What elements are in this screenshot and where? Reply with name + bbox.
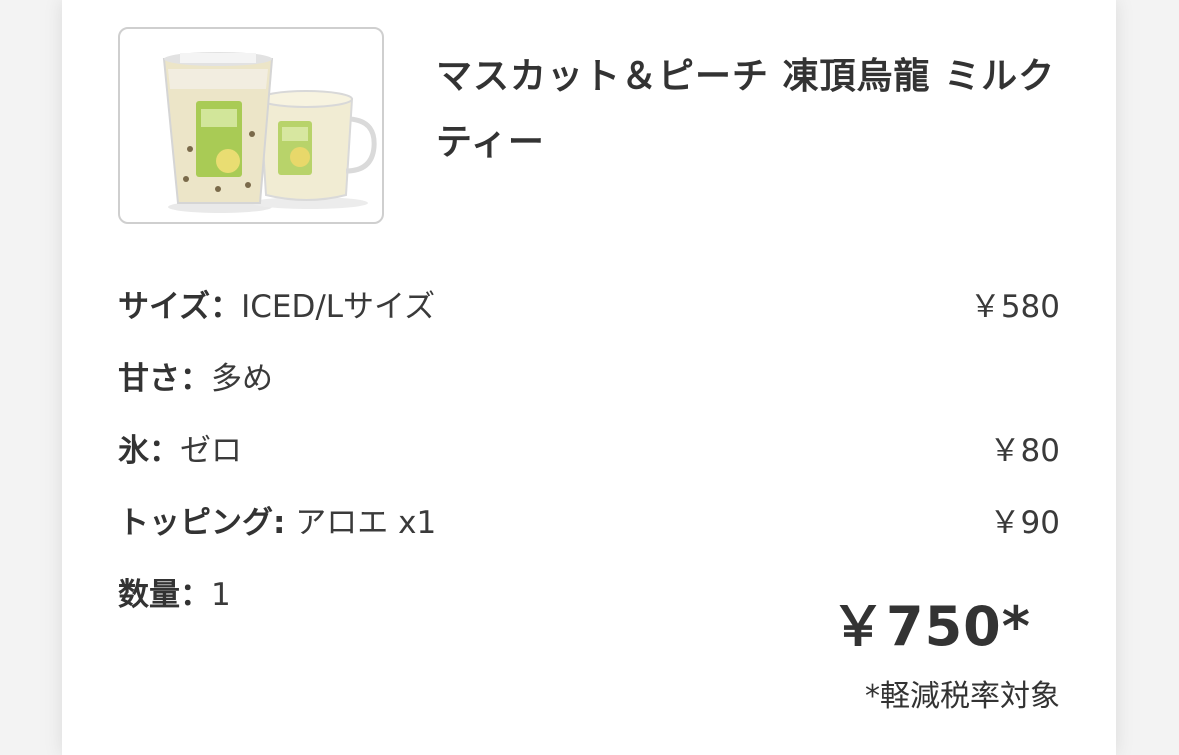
option-ice-price: ￥80 xyxy=(989,433,1060,469)
option-sweetness-row: 甘さ：多め xyxy=(118,354,1060,404)
tax-note: *軽減税率対象 xyxy=(865,679,1060,714)
option-sweetness-label: 甘さ： xyxy=(118,361,211,397)
option-topping-row: トッピング: アロエ x1 ￥90 xyxy=(118,498,1060,548)
option-topping-price: ￥90 xyxy=(989,505,1060,541)
option-ice-value: ゼロ xyxy=(180,433,242,469)
option-size-value: ICED/Lサイズ xyxy=(241,289,436,325)
product-name: マスカット＆ピーチ 凍頂烏龍 ミルクティー xyxy=(436,56,1056,163)
option-size-label: サイズ： xyxy=(118,289,242,325)
option-topping-label: トッピング: xyxy=(118,505,286,541)
option-size-price: ￥580 xyxy=(969,289,1060,325)
option-quantity-label: 数量： xyxy=(118,577,211,613)
option-ice-label: 氷： xyxy=(118,433,180,469)
option-sweetness-value: 多め xyxy=(211,361,273,397)
order-item-card: マスカット＆ピーチ 凍頂烏龍 ミルクティー サイズ：ICED/Lサイズ ￥580… xyxy=(62,0,1116,755)
product-image[interactable] xyxy=(118,27,384,224)
option-size-row: サイズ：ICED/Lサイズ ￥580 xyxy=(118,282,1060,332)
option-topping-value: アロエ x1 xyxy=(285,505,437,541)
option-ice-row: 氷：ゼロ ￥80 xyxy=(118,426,1060,476)
total-price: ￥750* xyxy=(831,595,1031,658)
milk-tea-drink-icon xyxy=(162,52,377,213)
option-quantity-value: 1 xyxy=(211,577,231,613)
